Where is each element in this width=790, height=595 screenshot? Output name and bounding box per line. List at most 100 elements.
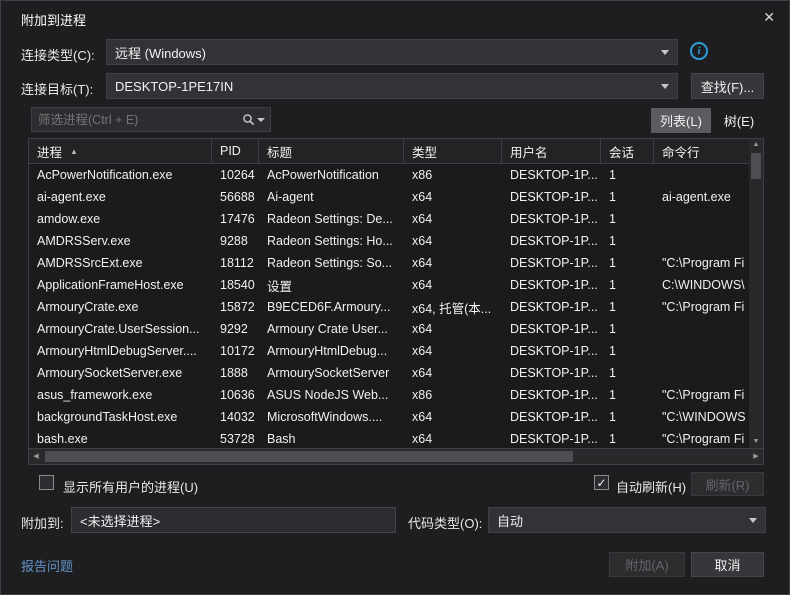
cell-process: bash.exe	[29, 432, 212, 446]
table-row[interactable]: backgroundTaskHost.exe14032MicrosoftWind…	[29, 406, 749, 428]
cell-user: DESKTOP-1P...	[502, 278, 601, 292]
cell-pid: 10172	[212, 344, 259, 358]
show-all-users-checkbox[interactable]	[39, 475, 54, 490]
column-header-process[interactable]: 进程 ▲	[29, 139, 212, 163]
table-row[interactable]: ai-agent.exe56688Ai-agentx64DESKTOP-1P..…	[29, 186, 749, 208]
attach-to-label: 附加到:	[21, 513, 64, 532]
table-row[interactable]: AMDRSServ.exe9288Radeon Settings: Ho...x…	[29, 230, 749, 252]
column-header-session[interactable]: 会话	[601, 139, 654, 163]
cell-title: ASUS NodeJS Web...	[259, 388, 404, 402]
filter-input[interactable]	[32, 113, 242, 127]
process-table: 进程 ▲ PID 标题 类型 用户名 会话 命令行 AcPowerNotific…	[28, 138, 764, 465]
code-type-label: 代码类型(O):	[408, 513, 482, 532]
filter-searchbox	[31, 107, 271, 132]
info-icon[interactable]: i	[690, 42, 708, 60]
chevron-down-icon	[661, 50, 669, 55]
cell-pid: 56688	[212, 190, 259, 204]
auto-refresh-checkbox[interactable]: ✓	[594, 475, 609, 490]
table-row[interactable]: ArmouryCrate.exe15872B9ECED6F.Armoury...…	[29, 296, 749, 318]
cell-session: 1	[601, 212, 654, 226]
cell-session: 1	[601, 344, 654, 358]
scroll-down-icon[interactable]: ▼	[753, 436, 760, 448]
cell-pid: 53728	[212, 432, 259, 446]
cell-type: x64	[404, 432, 502, 446]
cell-user: DESKTOP-1P...	[502, 168, 601, 182]
attach-to-field[interactable]: <未选择进程>	[71, 507, 396, 533]
cell-cmdline: "C:\Program Fi	[654, 432, 748, 446]
refresh-button[interactable]: 刷新(R)	[691, 472, 764, 496]
column-header-pid[interactable]: PID	[212, 139, 259, 163]
cell-pid: 10264	[212, 168, 259, 182]
cancel-button[interactable]: 取消	[691, 552, 764, 577]
cell-process: ArmourySocketServer.exe	[29, 366, 212, 380]
close-icon[interactable]: ✕	[763, 9, 775, 26]
cell-user: DESKTOP-1P...	[502, 432, 601, 446]
table-row[interactable]: amdow.exe17476Radeon Settings: De...x64D…	[29, 208, 749, 230]
table-row[interactable]: AMDRSSrcExt.exe18112Radeon Settings: So.…	[29, 252, 749, 274]
cell-pid: 14032	[212, 410, 259, 424]
check-icon: ✓	[596, 476, 606, 490]
cell-pid: 18112	[212, 256, 259, 270]
cell-user: DESKTOP-1P...	[502, 300, 601, 314]
cell-pid: 17476	[212, 212, 259, 226]
table-header: 进程 ▲ PID 标题 类型 用户名 会话 命令行	[29, 139, 749, 164]
cell-session: 1	[601, 190, 654, 204]
cell-session: 1	[601, 278, 654, 292]
table-row[interactable]: ArmouryCrate.UserSession...9292Armoury C…	[29, 318, 749, 340]
code-type-dropdown[interactable]: 自动	[488, 507, 766, 533]
cell-title: Radeon Settings: So...	[259, 256, 404, 270]
cell-type: x64	[404, 410, 502, 424]
cell-cmdline: "C:\Program Fi	[654, 300, 748, 314]
column-header-cmdline[interactable]: 命令行	[654, 139, 748, 163]
cell-process: ArmouryCrate.exe	[29, 300, 212, 314]
cell-title: B9ECED6F.Armoury...	[259, 300, 404, 314]
cell-session: 1	[601, 322, 654, 336]
cell-type: x64	[404, 278, 502, 292]
cell-title: Ai-agent	[259, 190, 404, 204]
cell-type: x64	[404, 190, 502, 204]
view-list-button[interactable]: 列表(L)	[651, 108, 711, 133]
cell-title: Armoury Crate User...	[259, 322, 404, 336]
column-header-type[interactable]: 类型	[404, 139, 502, 163]
view-tree-button[interactable]: 树(E)	[715, 108, 763, 133]
cell-session: 1	[601, 388, 654, 402]
connection-target-label: 连接目标(T):	[21, 79, 93, 98]
table-row[interactable]: AcPowerNotification.exe10264AcPowerNotif…	[29, 164, 749, 186]
cell-type: x64	[404, 256, 502, 270]
table-row[interactable]: ApplicationFrameHost.exe18540设置x64DESKTO…	[29, 274, 749, 296]
cell-title: Bash	[259, 432, 404, 446]
report-problem-link[interactable]: 报告问题	[21, 556, 73, 575]
cell-user: DESKTOP-1P...	[502, 190, 601, 204]
cell-title: Radeon Settings: De...	[259, 212, 404, 226]
horizontal-scrollbar[interactable]: ◀ ▶	[29, 448, 763, 464]
table-row[interactable]: bash.exe53728Bashx64DESKTOP-1P...1"C:\Pr…	[29, 428, 749, 448]
connection-target-dropdown[interactable]: DESKTOP-1PE17IN	[106, 73, 678, 99]
scroll-up-icon[interactable]: ▲	[753, 139, 760, 151]
connection-type-value: 远程 (Windows)	[115, 43, 206, 62]
cell-process: ai-agent.exe	[29, 190, 212, 204]
chevron-down-icon[interactable]	[257, 118, 265, 122]
chevron-down-icon	[749, 518, 757, 523]
find-button[interactable]: 查找(F)...	[691, 73, 764, 99]
cell-process: ArmouryHtmlDebugServer....	[29, 344, 212, 358]
table-row[interactable]: ArmourySocketServer.exe1888ArmourySocket…	[29, 362, 749, 384]
cell-session: 1	[601, 410, 654, 424]
column-header-user[interactable]: 用户名	[502, 139, 601, 163]
cell-title: ArmourySocketServer	[259, 366, 404, 380]
cell-title: ArmouryHtmlDebug...	[259, 344, 404, 358]
cell-process: asus_framework.exe	[29, 388, 212, 402]
attach-button[interactable]: 附加(A)	[609, 552, 685, 577]
connection-type-dropdown[interactable]: 远程 (Windows)	[106, 39, 678, 65]
search-icon[interactable]	[242, 113, 255, 126]
table-row[interactable]: asus_framework.exe10636ASUS NodeJS Web..…	[29, 384, 749, 406]
scroll-right-icon[interactable]: ▶	[749, 449, 763, 464]
horizontal-scrollbar-thumb[interactable]	[45, 451, 573, 462]
vertical-scrollbar-thumb[interactable]	[751, 153, 761, 179]
auto-refresh-label: 自动刷新(H)	[616, 477, 686, 496]
attach-to-process-dialog: 附加到进程 ✕ 连接类型(C): 远程 (Windows) i 连接目标(T):…	[0, 0, 790, 595]
scroll-left-icon[interactable]: ◀	[29, 449, 43, 464]
cell-title: AcPowerNotification	[259, 168, 404, 182]
column-header-title[interactable]: 标题	[259, 139, 404, 163]
vertical-scrollbar[interactable]: ▲ ▼	[749, 139, 763, 448]
table-row[interactable]: ArmouryHtmlDebugServer....10172ArmouryHt…	[29, 340, 749, 362]
